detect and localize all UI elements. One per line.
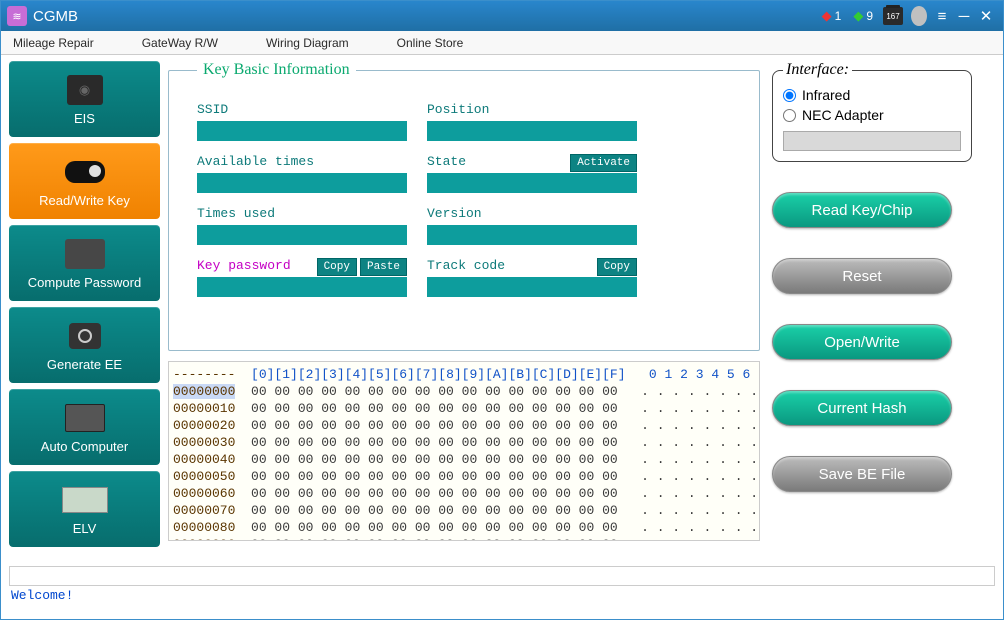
save-be-file-button[interactable]: Save BE File	[772, 456, 952, 492]
copy-password-button[interactable]: Copy	[317, 258, 357, 276]
read-key-chip-button[interactable]: Read Key/Chip	[772, 192, 952, 228]
hex-viewer[interactable]: -------- [0][1][2][3][4][5][6][7][8][9][…	[168, 361, 760, 541]
printer-icon	[62, 319, 108, 353]
sidebar-item-label: Read/Write Key	[39, 193, 130, 208]
gem-red-stat: ◆1	[822, 8, 842, 24]
calendar-icon[interactable]: 167	[883, 7, 903, 25]
radio-infrared-label: Infrared	[802, 87, 850, 103]
radio-row-nec[interactable]: NEC Adapter	[783, 107, 961, 123]
available-times-input[interactable]	[197, 173, 407, 193]
track-code-label: Track code	[427, 258, 505, 273]
key-basic-information-panel: Key Basic Information SSID Position Avai…	[168, 61, 760, 351]
copy-track-code-button[interactable]: Copy	[597, 258, 637, 276]
radio-row-infrared[interactable]: Infrared	[783, 87, 961, 103]
menu-mileage-repair[interactable]: Mileage Repair	[13, 36, 94, 50]
state-label: State	[427, 154, 466, 169]
sidebar-item-elv[interactable]: ELV	[9, 471, 160, 547]
sidebar-item-generate-ee[interactable]: Generate EE	[9, 307, 160, 383]
sidebar-item-read-write-key[interactable]: Read/Write Key	[9, 143, 160, 219]
welcome-message: Welcome!	[1, 588, 1003, 603]
version-label: Version	[427, 206, 482, 221]
radio-infrared[interactable]	[783, 89, 796, 102]
sidebar-item-label: Generate EE	[47, 357, 122, 372]
gem-green-count: 9	[866, 9, 873, 23]
ecu-icon	[62, 401, 108, 435]
emerald-icon: ◆	[853, 8, 863, 24]
sidebar-item-label: Compute Password	[28, 275, 141, 290]
radio-nec[interactable]	[783, 109, 796, 122]
password-icon	[62, 237, 108, 271]
times-used-label: Times used	[197, 206, 275, 221]
sidebar-item-label: Auto Computer	[41, 439, 128, 454]
radio-nec-label: NEC Adapter	[802, 107, 884, 123]
times-used-input[interactable]	[197, 225, 407, 245]
app-title: CGMB	[33, 8, 78, 25]
position-label: Position	[427, 102, 489, 117]
board-icon	[62, 483, 108, 517]
key-icon	[62, 155, 108, 189]
interface-value-input[interactable]	[783, 131, 961, 151]
sidebar-item-label: EIS	[74, 111, 95, 126]
menu-wiring-diagram[interactable]: Wiring Diagram	[266, 36, 349, 50]
activate-button[interactable]: Activate	[570, 154, 637, 172]
available-times-label: Available times	[197, 154, 314, 169]
calendar-value: 167	[886, 12, 899, 21]
app-icon: ≋	[7, 6, 27, 26]
state-input[interactable]	[427, 173, 637, 193]
ssid-label: SSID	[197, 102, 228, 117]
medal-icon[interactable]	[911, 6, 927, 26]
sidebar-item-eis[interactable]: ◉ EIS	[9, 61, 160, 137]
close-button[interactable]: ✕	[975, 1, 997, 31]
position-input[interactable]	[427, 121, 637, 141]
menubar: Mileage Repair GateWay R/W Wiring Diagra…	[1, 31, 1003, 55]
key-password-label: Key password	[197, 258, 291, 273]
ruby-icon: ◆	[822, 8, 832, 24]
status-bar	[9, 566, 995, 586]
menu-gateway-rw[interactable]: GateWay R/W	[142, 36, 218, 50]
paste-password-button[interactable]: Paste	[360, 258, 407, 276]
key-info-legend: Key Basic Information	[197, 61, 356, 79]
menu-online-store[interactable]: Online Store	[397, 36, 464, 50]
open-write-button[interactable]: Open/Write	[772, 324, 952, 360]
interface-panel: Interface: Infrared NEC Adapter	[772, 61, 972, 162]
interface-legend: Interface:	[783, 61, 852, 79]
version-input[interactable]	[427, 225, 637, 245]
current-hash-button[interactable]: Current Hash	[772, 390, 952, 426]
minimize-button[interactable]: ─	[953, 1, 975, 31]
key-password-input[interactable]	[197, 277, 407, 297]
gem-red-count: 1	[835, 9, 842, 23]
eis-icon: ◉	[62, 73, 108, 107]
sidebar-item-auto-computer[interactable]: Auto Computer	[9, 389, 160, 465]
hamburger-menu-icon[interactable]: ≡	[931, 1, 953, 31]
titlebar: ≋ CGMB ◆1 ◆9 167 ≡ ─ ✕	[1, 1, 1003, 31]
gem-green-stat: ◆9	[853, 8, 873, 24]
reset-button[interactable]: Reset	[772, 258, 952, 294]
sidebar-item-compute-password[interactable]: Compute Password	[9, 225, 160, 301]
sidebar-item-label: ELV	[73, 521, 97, 536]
ssid-input[interactable]	[197, 121, 407, 141]
sidebar: ◉ EIS Read/Write Key Compute Password Ge…	[1, 55, 166, 566]
track-code-input[interactable]	[427, 277, 637, 297]
